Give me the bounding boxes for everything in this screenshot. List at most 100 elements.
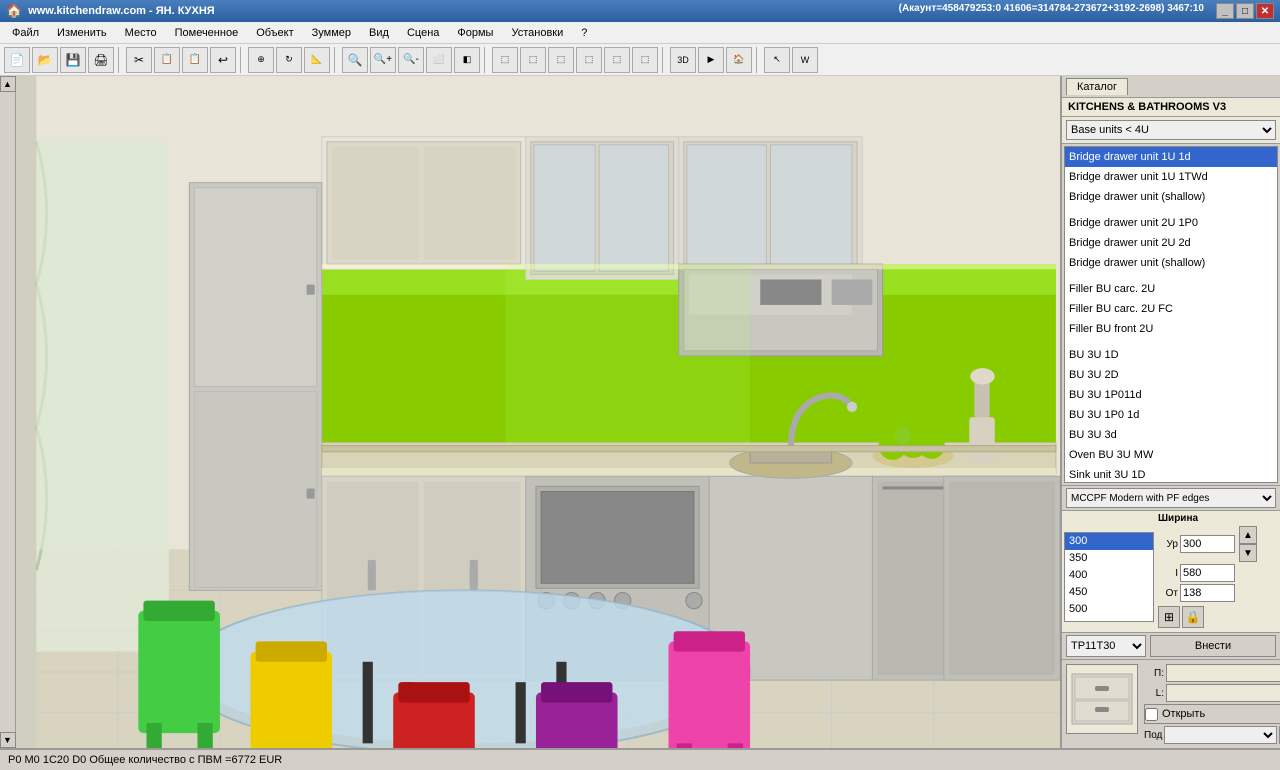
dim-item[interactable]: 300 bbox=[1065, 533, 1153, 550]
tb-zoom-prev[interactable]: ◧ bbox=[454, 47, 480, 73]
list-item[interactable]: Bridge drawer unit (shallow) bbox=[1065, 253, 1277, 273]
filter-select[interactable]: Base units < 4U bbox=[1066, 120, 1276, 140]
dim-item[interactable]: 450 bbox=[1065, 584, 1153, 601]
sep4 bbox=[484, 47, 488, 73]
style-select[interactable]: МССРF Modern with PF edges bbox=[1066, 488, 1276, 508]
restore-button[interactable]: □ bbox=[1236, 3, 1254, 19]
tb-cursor[interactable]: ↖ bbox=[764, 47, 790, 73]
menu-object[interactable]: Объект bbox=[248, 25, 301, 41]
tb-view5[interactable]: ⬚ bbox=[632, 47, 658, 73]
tb-zoom-out[interactable]: 🔍- bbox=[398, 47, 424, 73]
tb-zoom-fit[interactable]: 🔍 bbox=[342, 47, 368, 73]
insert-select[interactable]: ТР11Т30 bbox=[1066, 635, 1146, 657]
tb-text[interactable]: W bbox=[792, 47, 818, 73]
catalog-title: KITCHENS & BATHROOMS V3 bbox=[1062, 98, 1280, 117]
tb-move[interactable]: ⊕ bbox=[248, 47, 274, 73]
close-button[interactable]: ✕ bbox=[1256, 3, 1274, 19]
list-item[interactable]: BU 3U 1P011d bbox=[1065, 385, 1277, 405]
list-item[interactable]: Bridge drawer unit 2U 1P0 bbox=[1065, 213, 1277, 233]
dim-header-row: Ширина bbox=[1064, 513, 1278, 524]
viewport[interactable]: front ZU bbox=[16, 76, 1060, 748]
ur-input[interactable] bbox=[1180, 535, 1235, 553]
catalog-tab[interactable]: Каталог bbox=[1066, 78, 1128, 95]
menu-edit[interactable]: Изменить bbox=[49, 25, 115, 41]
list-item[interactable]: Bridge drawer unit 1U 1d bbox=[1065, 147, 1277, 167]
menu-place[interactable]: Место bbox=[117, 25, 165, 41]
pod-label: Под bbox=[1144, 730, 1162, 741]
tb-zoom-rect[interactable]: ⬜ bbox=[426, 47, 452, 73]
menu-view[interactable]: Вид bbox=[361, 25, 397, 41]
i-input[interactable] bbox=[1180, 564, 1235, 582]
tb-zoom-in[interactable]: 🔍+ bbox=[370, 47, 396, 73]
tb-save[interactable]: 💾 bbox=[60, 47, 86, 73]
list-item[interactable]: Filler BU front 2U bbox=[1065, 319, 1277, 339]
tb-print[interactable]: 🖨 bbox=[88, 47, 114, 73]
dimensions-section: Ширина 300350400450500600 Ур ▲ ▼ I bbox=[1062, 510, 1280, 632]
tb-view3[interactable]: ⬚ bbox=[576, 47, 602, 73]
ot-input[interactable] bbox=[1180, 584, 1235, 602]
dim-main-row: 300350400450500600 Ур ▲ ▼ I bbox=[1064, 526, 1278, 628]
tb-undo[interactable]: ↩ bbox=[210, 47, 236, 73]
menu-scene[interactable]: Сцена bbox=[399, 25, 447, 41]
dim-btn1[interactable]: ⊞ bbox=[1158, 606, 1180, 628]
dim-item[interactable]: 600 bbox=[1065, 618, 1153, 622]
list-item[interactable]: BU 3U 2D bbox=[1065, 365, 1277, 385]
list-item[interactable]: Bridge drawer unit 2U 2d bbox=[1065, 233, 1277, 253]
preview-section: П: L: Открыть Под bbox=[1062, 659, 1280, 748]
tb-view4[interactable]: ⬚ bbox=[604, 47, 630, 73]
ur-row: Ур ▲ ▼ bbox=[1158, 526, 1257, 562]
list-item[interactable]: Filler BU carc. 2U FC bbox=[1065, 299, 1277, 319]
tb-walk[interactable]: 🏠 bbox=[726, 47, 752, 73]
scroll-down[interactable]: ▼ bbox=[0, 732, 16, 748]
dim-btn2[interactable]: 🔒 bbox=[1182, 606, 1204, 628]
open-checkbox[interactable] bbox=[1145, 708, 1158, 721]
right-panel: Каталог KITCHENS & BATHROOMS V3 Base uni… bbox=[1060, 76, 1280, 748]
menu-zoom[interactable]: Зуммер bbox=[304, 25, 359, 41]
scroll-up[interactable]: ▲ bbox=[0, 76, 16, 92]
tb-render[interactable]: ▶ bbox=[698, 47, 724, 73]
catalog-header: Каталог bbox=[1062, 76, 1280, 98]
drawer-preview-svg bbox=[1067, 669, 1137, 729]
title-center: (Акаунт=458479253:0 41606=314784-273672+… bbox=[899, 3, 1204, 19]
list-item[interactable]: BU 3U 1P0 1d bbox=[1065, 405, 1277, 425]
tb-rotate[interactable]: ↻ bbox=[276, 47, 302, 73]
menu-forms[interactable]: Формы bbox=[449, 25, 501, 41]
list-item[interactable]: Oven BU 3U MW bbox=[1065, 445, 1277, 465]
p-input[interactable] bbox=[1166, 664, 1280, 682]
tb-copy[interactable]: 📋 bbox=[154, 47, 180, 73]
window-title: www.kitchendraw.com - ЯН. КУХНЯ bbox=[28, 5, 215, 17]
tb-view1[interactable]: ⬚ bbox=[520, 47, 546, 73]
insert-button[interactable]: Внести bbox=[1150, 635, 1276, 657]
menu-help[interactable]: ? bbox=[573, 25, 595, 41]
list-item[interactable]: BU 3U 1D bbox=[1065, 345, 1277, 365]
list-item[interactable]: Bridge drawer unit (shallow) bbox=[1065, 187, 1277, 207]
dim-item[interactable]: 350 bbox=[1065, 550, 1153, 567]
list-item[interactable]: Filler BU carc. 2U bbox=[1065, 279, 1277, 299]
menu-marked[interactable]: Помеченное bbox=[167, 25, 247, 41]
dim-item[interactable]: 400 bbox=[1065, 567, 1153, 584]
tb-view2[interactable]: ⬚ bbox=[548, 47, 574, 73]
sep6 bbox=[756, 47, 760, 73]
ur-down[interactable]: ▼ bbox=[1239, 544, 1257, 562]
tb-cut[interactable]: ✂ bbox=[126, 47, 152, 73]
tb-paste[interactable]: 📋 bbox=[182, 47, 208, 73]
dim-item[interactable]: 500 bbox=[1065, 601, 1153, 618]
list-item[interactable]: Bridge drawer unit 1U 1TWd bbox=[1065, 167, 1277, 187]
tb-measure[interactable]: 📐 bbox=[304, 47, 330, 73]
tb-select[interactable]: ⬚ bbox=[492, 47, 518, 73]
dim-width-list[interactable]: 300350400450500600 bbox=[1064, 532, 1154, 622]
menu-file[interactable]: Файл bbox=[4, 25, 47, 41]
tb-open[interactable]: 📂 bbox=[32, 47, 58, 73]
list-item[interactable]: BU 3U 3d bbox=[1065, 425, 1277, 445]
pod-select[interactable] bbox=[1164, 726, 1277, 744]
list-item[interactable]: Sink unit 3U 1D bbox=[1065, 465, 1277, 483]
l-input[interactable] bbox=[1166, 684, 1280, 702]
tb-3d[interactable]: 3D bbox=[670, 47, 696, 73]
item-list[interactable]: Bridge drawer unit 1U 1dBridge drawer un… bbox=[1064, 146, 1278, 483]
menu-settings[interactable]: Установки bbox=[503, 25, 571, 41]
window-controls[interactable]: (Акаунт=458479253:0 41606=314784-273672+… bbox=[899, 3, 1274, 19]
ur-up[interactable]: ▲ bbox=[1239, 526, 1257, 544]
tb-new[interactable]: 📄 bbox=[4, 47, 30, 73]
open-button[interactable]: Открыть bbox=[1144, 704, 1280, 724]
minimize-button[interactable]: _ bbox=[1216, 3, 1234, 19]
